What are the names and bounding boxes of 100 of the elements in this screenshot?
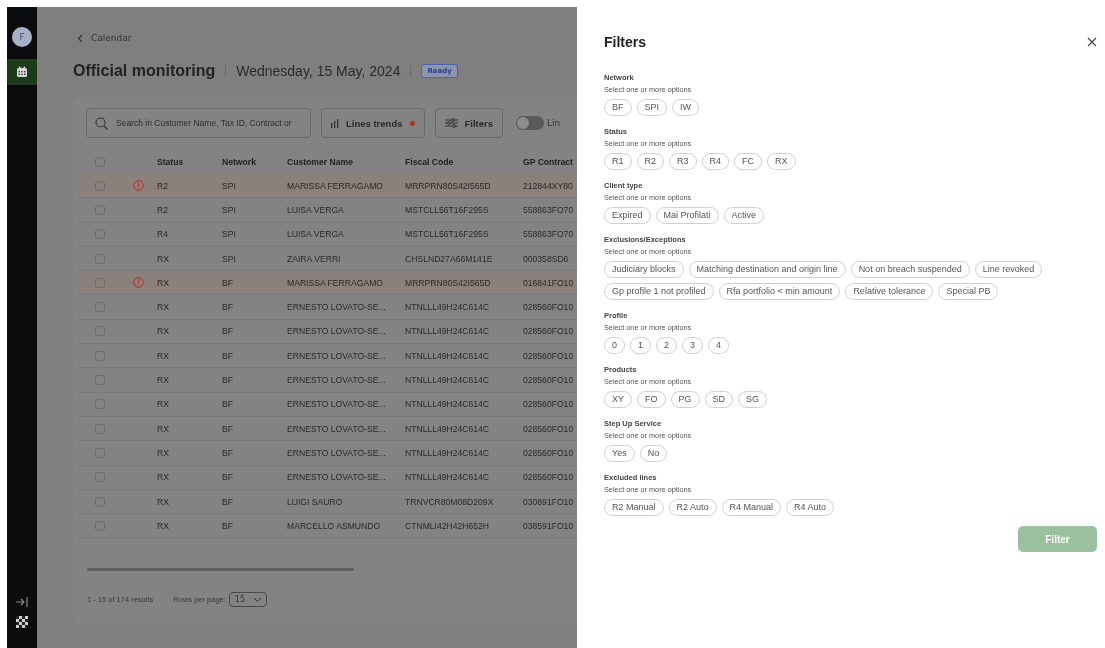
- table-cell-text: 038591FO10: [523, 520, 575, 531]
- column-header[interactable]: Network: [222, 157, 287, 167]
- filters-button[interactable]: Filters: [434, 108, 503, 138]
- search-field[interactable]: Search in Customer Name, Tax ID, Contract or: [86, 108, 311, 138]
- table-cell-text: CTNMLI42H42H652H: [405, 520, 491, 531]
- table-cell-text: ZAIRA VERRI: [287, 253, 342, 264]
- table-cell-text: ERNESTO LOVATO-SE...: [287, 472, 387, 483]
- table-cell-text: NTNLLL49H24C614C: [405, 350, 491, 361]
- table-row[interactable]: RX BF ERNESTO LOVATO-SE... NTNLLL49H24C614C 028560FO10: [79, 368, 577, 393]
- table-cell-text: NTNLLL49H24C614C: [405, 326, 491, 337]
- table-cell-text: 028560FO10: [523, 302, 575, 313]
- column-header[interactable]: Fiscal Code: [405, 157, 523, 167]
- table-cell-text: ERNESTO LOVATO-SE...: [287, 423, 387, 434]
- page-title: Official monitoring: [73, 62, 216, 80]
- table-cell-text: BF: [222, 423, 234, 434]
- table-cell-text: BF: [222, 399, 234, 410]
- table-cell-text: BF: [222, 326, 234, 337]
- table-cell-text: RX: [157, 253, 170, 264]
- page-date: Wednesday, 15 May, 2024: [236, 63, 401, 79]
- table-cell-text: MRRPRN80S42I565D: [405, 180, 492, 191]
- table-row[interactable]: RX BF MARCELLO ASMUNDO CTNMLI42H42H652H 038591FO10: [79, 514, 577, 539]
- table-cell-text: RX: [157, 399, 170, 410]
- table-cell-text: LUIGI SAURO: [287, 496, 344, 507]
- table-cell-text: 212844XY80: [523, 180, 574, 191]
- table-cell-text: ERNESTO LOVATO-SE...: [287, 375, 387, 385]
- table-cell-text: 028560FO10: [523, 472, 575, 483]
- table-cell-text: 028560FO10: [523, 423, 575, 434]
- table-cell-text: RX: [157, 472, 170, 483]
- lines-trends-button[interactable]: Lines trends: [321, 108, 425, 138]
- table-cell-text: RX: [157, 350, 170, 361]
- table-cell-text: NTNLLL49H24C614C: [405, 472, 491, 483]
- table-cell-text: LUISA VERGA: [287, 204, 345, 215]
- table-row[interactable]: RX BF ERNESTO LOVATO-SE... NTNLLL49H24C614C 028560FO10: [79, 465, 577, 490]
- table-cell-text: RX: [157, 302, 170, 313]
- table-cell-text: RX: [157, 277, 170, 288]
- table-cell-text: NTNLLL49H24C614C: [405, 302, 491, 313]
- table-cell-text: R2: [157, 204, 169, 215]
- table-row[interactable]: RX BF ERNESTO LOVATO-SE... NTNLLL49H24C614C 028560FO10: [79, 295, 577, 320]
- table-cell-text: RX: [157, 423, 170, 434]
- table-cell-text: 000358SD6: [523, 253, 570, 264]
- table-cell-text: MARCELLO ASMUNDO: [287, 520, 382, 531]
- table-cell-text: BF: [222, 496, 234, 507]
- table-cell-text: 028560FO10: [523, 350, 575, 361]
- table-cell-text: BF: [222, 472, 234, 483]
- table-cell-text: RX: [157, 496, 170, 507]
- table-cell-text: BF: [222, 447, 234, 458]
- table-row[interactable]: RX BF ERNESTO LOVATO-SE... NTNLLL49H24C614C 028560FO10: [79, 319, 577, 345]
- table-cell-text: 016841FO10: [523, 277, 575, 288]
- toggle-label: Lin: [547, 118, 561, 128]
- column-header[interactable]: Customer Name: [287, 157, 405, 167]
- table-cell-text: 028560FO10: [523, 375, 575, 385]
- table-cell-text: BF: [222, 350, 234, 361]
- table-cell-text: LUISA VERGA: [287, 229, 345, 240]
- avatar[interactable]: F: [12, 27, 32, 47]
- table-cell-text: BF: [222, 277, 234, 288]
- table-cell-text: SPI: [222, 180, 237, 191]
- table-cell-text: RX: [157, 520, 170, 531]
- table-row[interactable]: RX BF ERNESTO LOVATO-SE... NTNLLL49H24C614C 028560FO10: [79, 441, 577, 466]
- column-header[interactable]: Status: [157, 157, 222, 167]
- table-cell-text: MRRPRN80S42I565D: [405, 277, 492, 288]
- column-header[interactable]: GP Contract: [523, 157, 577, 167]
- table-row[interactable]: RX BF LUIGI SAURO TRNVCR80M08D209X 030891FO10: [79, 489, 577, 515]
- table-cell-text: MSTCLL56T16F295S: [405, 229, 490, 240]
- table-cell-text: 030891FO10: [523, 496, 575, 507]
- table-cell-text: NTNLLL49H24C614C: [405, 375, 491, 385]
- table-cell-text: 028560FO10: [523, 399, 575, 410]
- table-cell-text: BF: [222, 302, 234, 313]
- table-cell-text: NTNLLL49H24C614C: [405, 399, 491, 410]
- table-row[interactable]: RX BF MARISSA FERRAGAMO MRRPRN80S42I565D 016841FO10: [79, 271, 577, 296]
- table-cell-text: ERNESTO LOVATO-SE...: [287, 302, 387, 313]
- table-cell-text: RX: [157, 375, 170, 385]
- table-row[interactable]: R4 SPI LUISA VERGA MSTCLL56T16F295S 558863FO70: [79, 222, 577, 247]
- table-cell-text: SPI: [222, 204, 237, 215]
- table-cell-text: SPI: [222, 229, 237, 240]
- table-cell-text: 028560FO10: [523, 326, 575, 337]
- panel-title: Filters: [604, 34, 646, 50]
- table-row[interactable]: R2 SPI LUISA VERGA MSTCLL56T16F295S 558863FO70: [79, 198, 577, 223]
- table-cell-text: MARISSA FERRAGAMO: [287, 180, 384, 191]
- table-cell-text: CHSLND27A66M141E: [405, 253, 494, 264]
- table-cell-text: NTNLLL49H24C614C: [405, 423, 491, 434]
- table-row[interactable]: RX BF ERNESTO LOVATO-SE... NTNLLL49H24C614C 028560FO10: [79, 392, 577, 417]
- table-cell-text: ERNESTO LOVATO-SE...: [287, 447, 387, 458]
- table-cell-text: RX: [157, 326, 170, 337]
- table-row[interactable]: RX BF ERNESTO LOVATO-SE... NTNLLL49H24C614C 028560FO10: [79, 344, 577, 369]
- table-cell-text: ERNESTO LOVATO-SE...: [287, 399, 387, 410]
- table-cell-text: MARISSA FERRAGAMO: [287, 277, 384, 288]
- table-cell-text: SPI: [222, 253, 237, 264]
- table-cell-text: RX: [157, 447, 170, 458]
- table-cell-text: MSTCLL56T16F295S: [405, 204, 490, 215]
- table-cell-text: TRNVCR80M08D209X: [405, 496, 495, 507]
- table-row[interactable]: R2 SPI MARISSA FERRAGAMO MRRPRN80S42I565D 212844XY80: [79, 174, 577, 199]
- table-cell-text: NTNLLL49H24C614C: [405, 447, 491, 458]
- table-cell-text: 558863FO70: [523, 204, 575, 215]
- table-cell-text: BF: [222, 375, 234, 385]
- table-cell-text: BF: [222, 520, 234, 531]
- table-cell-text: ERNESTO LOVATO-SE...: [287, 350, 387, 361]
- table-cell-text: 558863FO70: [523, 229, 575, 240]
- table-cell-text: ERNESTO LOVATO-SE...: [287, 326, 387, 337]
- table-cell-text: 028560FO10: [523, 447, 575, 458]
- table-row[interactable]: RX BF ERNESTO LOVATO-SE... NTNLLL49H24C614C 028560FO10: [79, 416, 577, 442]
